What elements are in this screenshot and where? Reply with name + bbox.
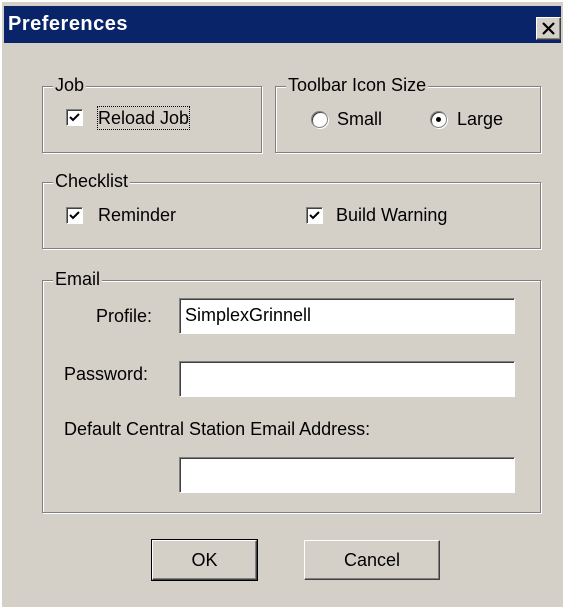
reload-job-checkbox[interactable] xyxy=(66,109,83,126)
default-address-label: Default Central Station Email Address: xyxy=(64,419,371,439)
small-radio[interactable] xyxy=(311,111,328,128)
ok-button[interactable]: OK xyxy=(151,539,258,581)
reminder-label[interactable]: Reminder xyxy=(98,204,176,226)
toolbar-icon-size-legend: Toolbar Icon Size xyxy=(286,74,429,96)
large-radio-label[interactable]: Large xyxy=(457,108,503,130)
large-radio[interactable] xyxy=(430,111,447,128)
job-group-legend: Job xyxy=(53,74,87,96)
profile-input[interactable]: SimplexGrinnell xyxy=(179,298,515,334)
checklist-group: Checklist Reminder Build Warning xyxy=(42,170,541,249)
password-label: Password: xyxy=(64,364,149,384)
reload-job-label[interactable]: Reload Job xyxy=(96,106,191,130)
close-icon xyxy=(542,22,555,35)
build-warning-checkbox[interactable] xyxy=(306,207,323,224)
title-bar[interactable]: Preferences xyxy=(4,6,561,43)
window-title: Preferences xyxy=(8,13,129,35)
job-group: Job Reload Job xyxy=(42,74,262,153)
checkmark-icon xyxy=(69,113,80,122)
default-address-input[interactable] xyxy=(179,457,515,493)
email-legend: Email xyxy=(53,268,103,290)
build-warning-label[interactable]: Build Warning xyxy=(336,204,447,226)
email-group: Email Profile: SimplexGrinnell Password:… xyxy=(42,268,541,513)
preferences-dialog: Preferences Job Reload Job Toolbar Icon … xyxy=(0,0,563,607)
checklist-legend: Checklist xyxy=(53,170,131,192)
close-button[interactable] xyxy=(536,17,561,40)
password-input[interactable] xyxy=(179,361,515,397)
cancel-button[interactable]: Cancel xyxy=(304,540,440,580)
reminder-checkbox[interactable] xyxy=(66,207,83,224)
checkmark-icon xyxy=(69,211,80,220)
radio-selected-dot xyxy=(436,117,441,122)
checkmark-icon xyxy=(309,211,320,220)
profile-label: Profile: xyxy=(96,306,153,326)
toolbar-icon-size-group: Toolbar Icon Size Small Large xyxy=(275,74,541,153)
small-radio-label[interactable]: Small xyxy=(337,108,382,130)
